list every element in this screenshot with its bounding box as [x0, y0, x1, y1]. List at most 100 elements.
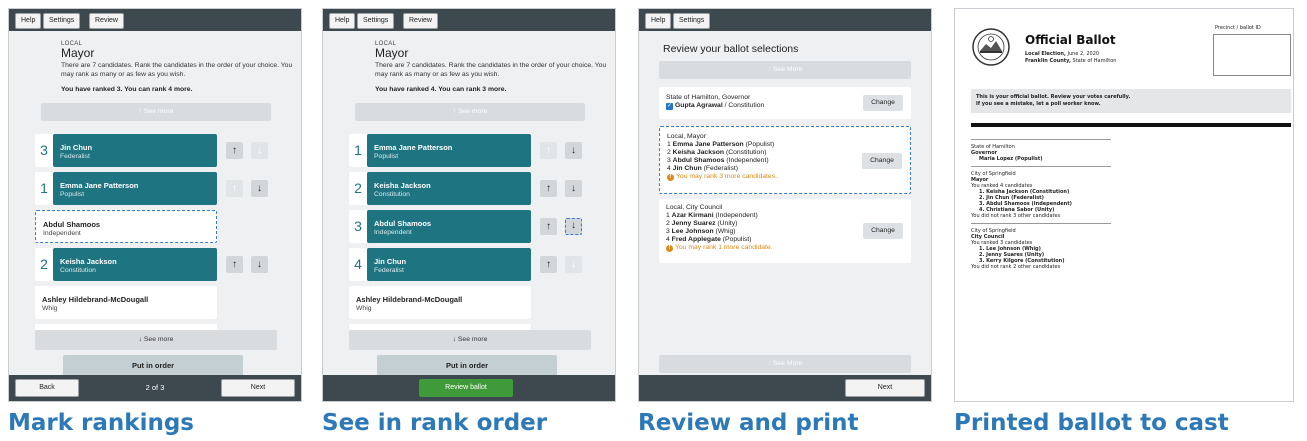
- candidate-name: Abdul Shamoos: [43, 220, 101, 229]
- election-name: Local Election,: [1025, 51, 1066, 57]
- help-button[interactable]: Help: [15, 13, 42, 29]
- candidate-name: Ashley Hildebrand-McDougall: [42, 295, 149, 304]
- rank-number: 2: [349, 172, 367, 205]
- rank-number: 3: [35, 134, 53, 167]
- help-button[interactable]: Help: [645, 13, 672, 29]
- arrow-up-icon: ↑: [546, 145, 551, 156]
- rank-number: 3: [666, 228, 670, 235]
- candidate-party: Federalist: [374, 267, 404, 274]
- move-up-button[interactable]: ↑: [540, 180, 557, 197]
- candidate-card[interactable]: Jin Chun Federalist: [367, 248, 531, 281]
- contest-instructions: There are 7 candidates. Rank the candida…: [61, 62, 293, 78]
- help-button[interactable]: Help: [329, 13, 356, 29]
- top-toolbar: Help Settings Review: [9, 9, 301, 31]
- review-ballot-button[interactable]: Review ballot: [419, 379, 513, 397]
- move-up-button[interactable]: ↑: [226, 142, 243, 159]
- caption-printed-ballot: Printed ballot to cast: [954, 410, 1229, 436]
- council-unranked: You did not rank 2 other candidates: [971, 264, 1061, 270]
- candidate-party: / Constitution: [722, 102, 765, 109]
- mark-rankings-screen: Help Settings Review LOCAL Mayor There a…: [8, 8, 302, 402]
- arrow-up-icon: ↑: [546, 221, 551, 232]
- move-up-button[interactable]: ↑: [540, 142, 557, 159]
- move-down-button[interactable]: ↓: [251, 142, 268, 159]
- contest-instructions: There are 7 candidates. Rank the candida…: [375, 62, 607, 78]
- candidate-name: Keisha Jackson: [60, 257, 117, 266]
- candidate-party: Constitution: [374, 191, 410, 198]
- council-contest-card[interactable]: Local, City Council 1 Azar Kirmani (Inde…: [659, 199, 911, 263]
- county-name: Franklin County,: [1025, 58, 1071, 64]
- arrow-down-icon: ↓: [257, 259, 262, 270]
- candidate-card[interactable]: Emma Jane Patterson Populist: [367, 134, 531, 167]
- move-down-button[interactable]: ↓: [565, 142, 582, 159]
- move-up-button[interactable]: ↑: [226, 180, 243, 197]
- arrow-up-icon: ↑: [546, 183, 551, 194]
- move-down-button[interactable]: ↓: [251, 256, 268, 273]
- move-up-button[interactable]: ↑: [540, 256, 557, 273]
- state-name: State of Hamilton: [1070, 58, 1117, 64]
- notice-line-1: This is your official ballot. Review you…: [976, 94, 1131, 100]
- change-button[interactable]: Change: [863, 223, 903, 239]
- review-title: Review your ballot selections: [663, 43, 799, 55]
- mayor-contest-card[interactable]: Local, Mayor 1 Emma Jane Patterson (Popu…: [659, 126, 911, 194]
- bottom-navigation: Review ballot: [323, 375, 615, 401]
- contest-header: LOCAL Mayor There are 7 candidates. Rank…: [375, 41, 607, 93]
- election-date: June 2, 2020: [1065, 51, 1100, 57]
- candidate-card[interactable]: Abdul Shamoos Independent: [367, 210, 531, 243]
- see-more-up-button[interactable]: ↑ See More: [659, 61, 911, 79]
- candidate-party: Populist: [60, 191, 85, 198]
- move-up-button[interactable]: ↑: [540, 218, 557, 235]
- candidate-party: Independent: [374, 229, 412, 236]
- change-button[interactable]: Change: [863, 95, 903, 111]
- put-in-order-button[interactable]: Put in order: [377, 355, 557, 377]
- see-more-down-button[interactable]: ↓ See more: [349, 330, 591, 350]
- move-down-button[interactable]: ↓: [251, 180, 268, 197]
- arrow-down-icon: ↓: [571, 183, 576, 194]
- rank-number: 2: [666, 220, 670, 227]
- candidate-card[interactable]: Ashley Hildebrand-McDougall Whig: [349, 286, 531, 319]
- candidate-party: (Constitution): [724, 149, 767, 156]
- change-button[interactable]: Change: [862, 153, 902, 169]
- arrow-up-icon: ↑: [232, 183, 237, 194]
- rank-number: 2: [35, 248, 53, 281]
- candidate-name: Gupta Agrawal: [675, 102, 723, 109]
- move-down-button[interactable]: ↓: [565, 256, 582, 273]
- rank-number: 4: [667, 165, 671, 172]
- see-more-up-button[interactable]: ↑ See more: [355, 103, 585, 121]
- put-in-order-button[interactable]: Put in order: [63, 355, 243, 377]
- move-up-button[interactable]: ↑: [226, 256, 243, 273]
- candidate-card[interactable]: Jin Chun Federalist: [53, 134, 217, 167]
- candidate-party: Independent: [43, 230, 81, 237]
- candidate-card[interactable]: Emma Jane Patterson Populist: [53, 172, 217, 205]
- section-divider: [971, 139, 1111, 140]
- candidate-card[interactable]: Ashley Hildebrand-McDougall Whig: [35, 286, 217, 319]
- see-more-down-button[interactable]: ↓ See More: [659, 355, 911, 373]
- move-down-button[interactable]: ↓: [565, 180, 582, 197]
- candidate-party: Constitution: [60, 267, 96, 274]
- notice-line-2: If you see a mistake, let a poll worker …: [976, 101, 1101, 107]
- warning-text: You may rank 1 more candidate.: [675, 244, 773, 251]
- candidate-card[interactable]: Abdul Shamoos Independent: [35, 210, 217, 243]
- candidate-card[interactable]: Keisha Jackson Constitution: [367, 172, 531, 205]
- next-button[interactable]: Next: [221, 379, 295, 397]
- settings-button[interactable]: Settings: [673, 13, 711, 29]
- caption-review-print: Review and print: [638, 410, 859, 436]
- review-button[interactable]: Review: [403, 13, 438, 29]
- candidate-card[interactable]: Keisha Jackson Constitution: [53, 248, 217, 281]
- see-more-down-button[interactable]: ↓ See more: [35, 330, 277, 350]
- see-more-up-button[interactable]: ↑ See more: [41, 103, 271, 121]
- move-down-button[interactable]: ↓: [565, 218, 582, 235]
- candidate-name: Azar Kirmani: [671, 212, 714, 219]
- candidate-name: Emma Jane Patterson: [672, 141, 744, 148]
- candidate-name: Fred Applegate: [671, 236, 721, 243]
- settings-button[interactable]: Settings: [43, 13, 81, 29]
- warning-text: You may rank 3 more candidates.: [676, 173, 778, 180]
- contest-header: LOCAL Mayor There are 7 candidates. Rank…: [61, 41, 293, 93]
- review-button[interactable]: Review: [89, 13, 124, 29]
- ranked-count: You have ranked 3. You can rank 4 more.: [61, 86, 193, 93]
- settings-button[interactable]: Settings: [357, 13, 395, 29]
- next-button[interactable]: Next: [845, 379, 925, 397]
- rank-number: 3: [349, 210, 367, 243]
- candidate-name: Lee Johnson: [671, 228, 714, 235]
- arrow-down-icon: ↓: [571, 259, 576, 270]
- governor-contest-card[interactable]: State of Hamilton, Governor ✓ Gupta Agraw…: [659, 87, 911, 119]
